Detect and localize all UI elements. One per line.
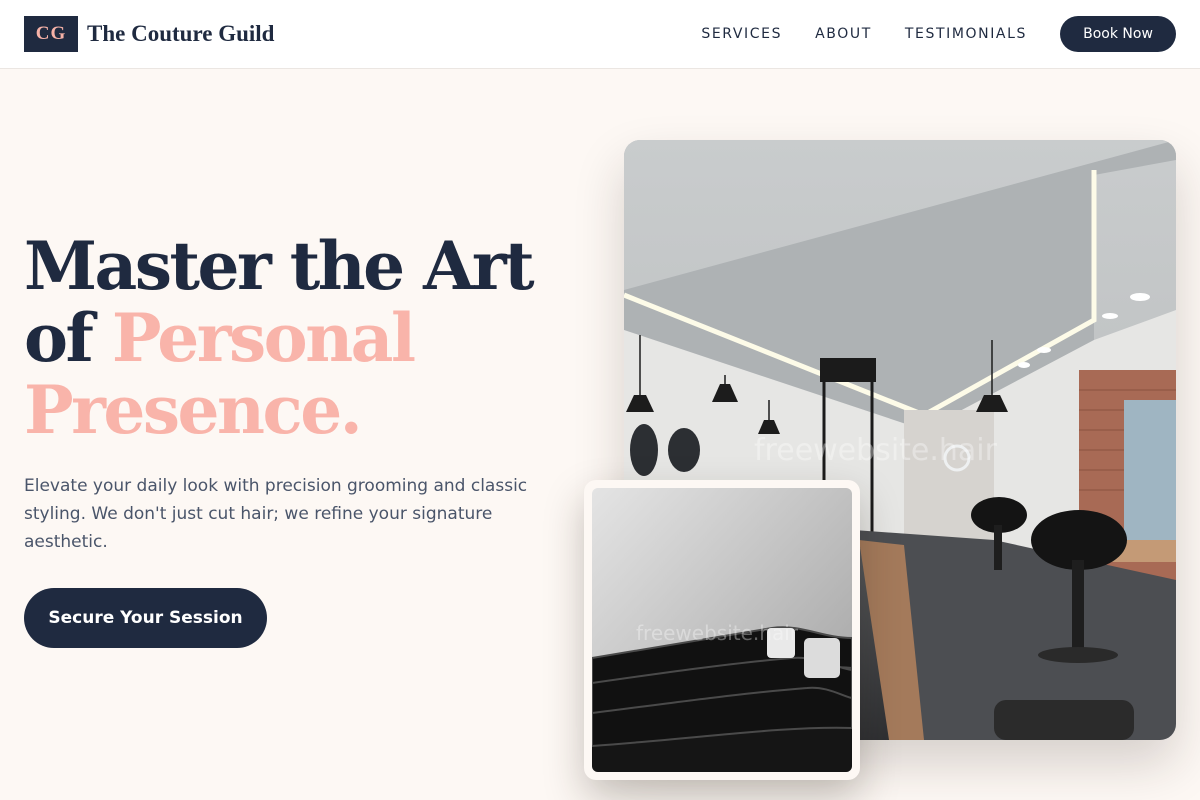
brand-logo[interactable]: CG The Couture Guild <box>24 16 274 52</box>
headline-line-2-accent: Personal <box>111 299 416 377</box>
main-photo-watermark: freewebsite.hair <box>754 433 998 468</box>
hero-headline: Master the Art of Personal Presence. <box>24 227 535 449</box>
hero-subtitle: Elevate your daily look with precision g… <box>24 476 528 552</box>
nav-link-about[interactable]: ABOUT <box>815 26 872 42</box>
brand-name: The Couture Guild <box>87 21 275 46</box>
site-header: CG The Couture Guild SERVICES ABOUT TEST… <box>0 0 1200 69</box>
logo-mark: CG <box>24 16 78 52</box>
nav-link-services[interactable]: SERVICES <box>701 26 782 42</box>
headline-line-2-plain: of <box>24 299 112 377</box>
nav-link-testimonials[interactable]: TESTIMONIALS <box>905 26 1027 42</box>
headline-line-1: Master the Art <box>24 227 535 305</box>
salon-chairs-photo: freewebsite.hair <box>592 488 852 772</box>
inset-photo-watermark: freewebsite.hair <box>636 621 799 645</box>
secure-session-button[interactable]: Secure Your Session <box>24 588 267 648</box>
inset-photo-frame: freewebsite.hair <box>584 480 860 780</box>
salon-chairs-illustration: freewebsite.hair <box>592 488 852 772</box>
main-nav: SERVICES ABOUT TESTIMONIALS Book Now <box>701 16 1176 52</box>
book-now-button[interactable]: Book Now <box>1060 16 1176 52</box>
headline-line-3-accent: Presence. <box>24 371 363 449</box>
